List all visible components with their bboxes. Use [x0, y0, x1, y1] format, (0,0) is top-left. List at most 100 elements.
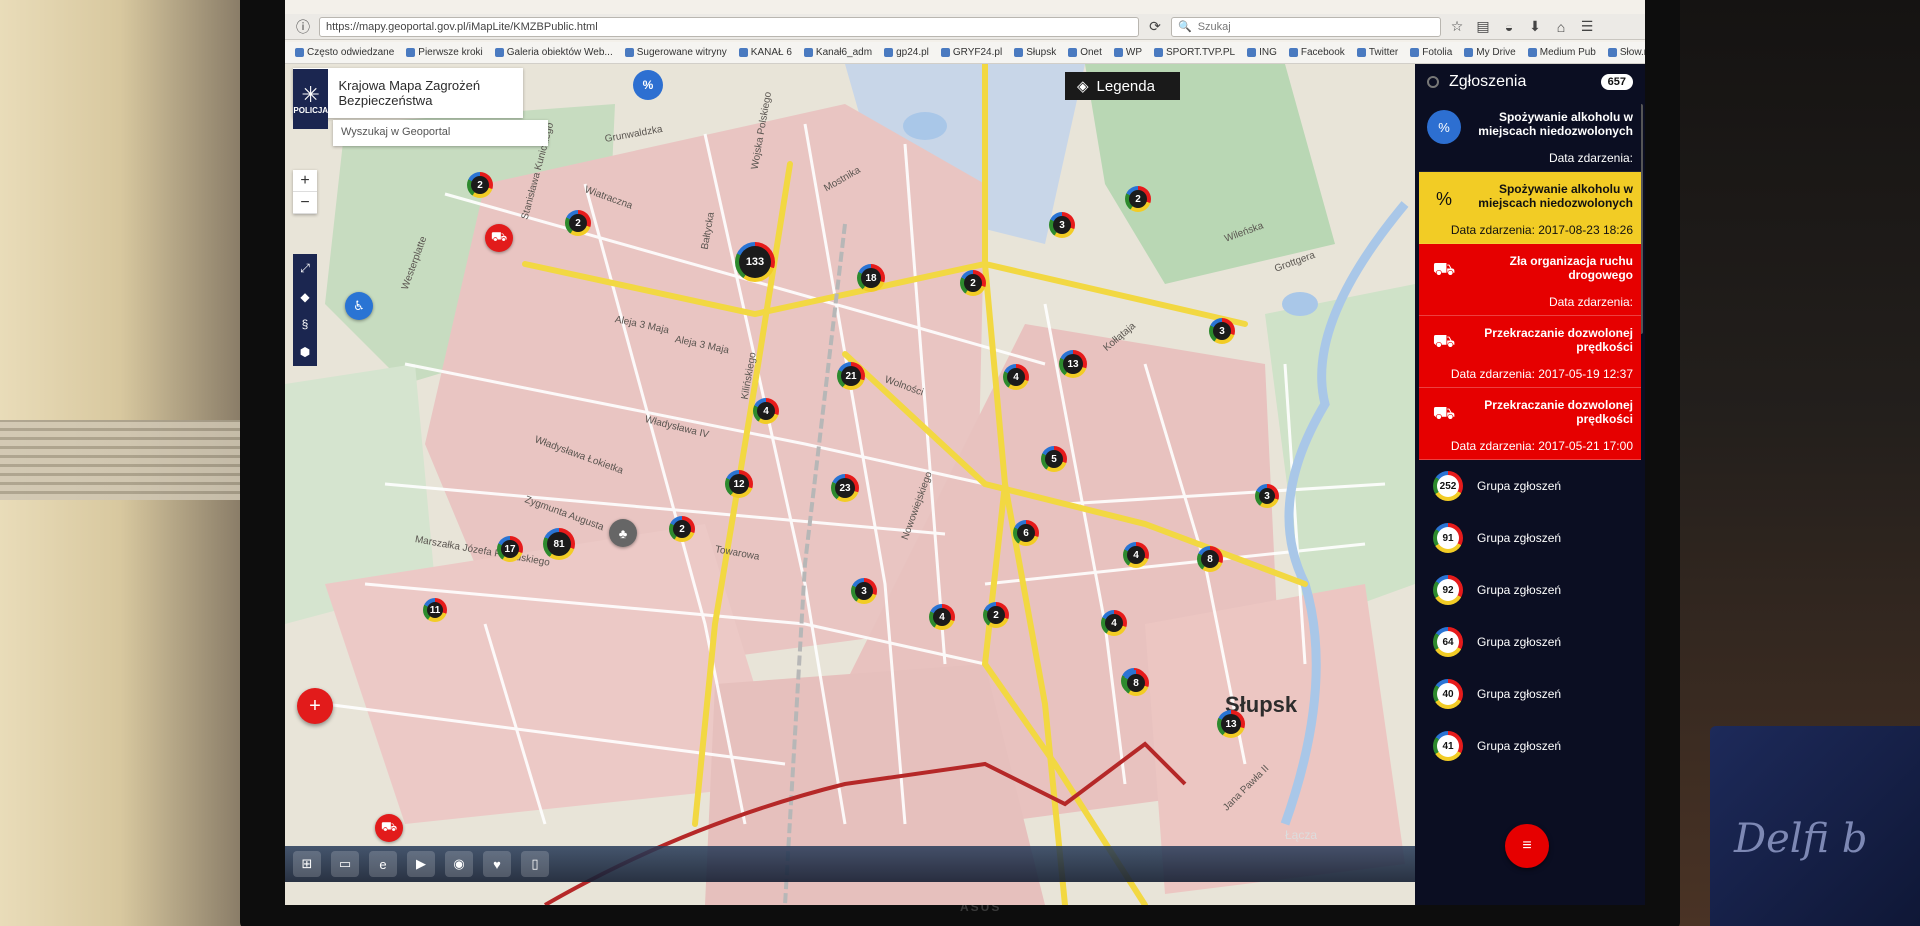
group-list: 252 Grupa zgłoszeń 91 Grupa zgłoszeń 92 Grupa…	[1415, 460, 1645, 772]
report-card[interactable]: ⛟ Przekraczanie dozwolonej prędkości Data …	[1419, 388, 1641, 460]
cluster-count: 18	[861, 268, 881, 288]
bookmark-item[interactable]: SPORT.TVP.PL	[1154, 47, 1235, 58]
incident-cluster[interactable]: 6	[1013, 520, 1039, 546]
info-icon[interactable]: ⓘ	[293, 17, 313, 37]
bookmark-item[interactable]: Często odwiedzane	[295, 47, 394, 58]
bookmark-item[interactable]: My Drive	[1464, 47, 1516, 58]
incident-cluster[interactable]: 4	[1101, 610, 1127, 636]
map-canvas[interactable]: Grunwaldzka Wiatraczna Stanisława Kunick…	[285, 64, 1415, 905]
bookmark-item[interactable]: Medium Pub	[1527, 47, 1596, 58]
incident-cluster[interactable]: 2	[565, 210, 591, 236]
bookmark-item[interactable]: Sugerowane witryny	[624, 47, 727, 58]
incident-cluster[interactable]: 3	[1209, 318, 1235, 344]
incident-cluster[interactable]: 4	[753, 398, 779, 424]
incident-cluster[interactable]: 18	[857, 264, 885, 292]
star-icon[interactable]: ☆	[1447, 17, 1467, 37]
bookmark-item[interactable]: KANAŁ 6	[738, 47, 792, 58]
bookmark-item[interactable]: Twitter	[1356, 47, 1398, 58]
incident-cluster[interactable]: 2	[983, 602, 1009, 628]
hamburger-menu-icon[interactable]: ☰	[1577, 17, 1597, 37]
start-button-icon[interactable]: ⊞	[293, 851, 321, 877]
locate-icon[interactable]: ◆	[300, 290, 309, 304]
bookmark-item[interactable]: Kanał6_adm	[803, 47, 872, 58]
group-row[interactable]: 41 Grupa zgłoszeń	[1415, 720, 1645, 772]
incident-cluster[interactable]: 2	[1125, 186, 1151, 212]
filter-button[interactable]: ≡	[1505, 824, 1549, 868]
reload-icon[interactable]: ⟳	[1145, 17, 1165, 37]
report-card[interactable]: % Spożywanie alkoholu w miejscach niedozw…	[1419, 100, 1641, 172]
incident-cluster[interactable]: 2	[960, 270, 986, 296]
firefox-icon[interactable]: ◉	[445, 851, 473, 877]
incident-cluster[interactable]: 23	[831, 474, 859, 502]
group-row[interactable]: 40 Grupa zgłoszeń	[1415, 668, 1645, 720]
incident-cluster[interactable]: 8	[1197, 546, 1223, 572]
incident-cluster[interactable]: 17	[497, 536, 523, 562]
incident-cluster[interactable]: 133	[735, 242, 775, 282]
bookmark-favicon-icon	[1410, 48, 1420, 57]
media-icon[interactable]: ▶	[407, 851, 435, 877]
zoom-in-button[interactable]: +	[293, 170, 317, 192]
alcohol-marker-icon[interactable]: %	[633, 70, 663, 100]
bookmark-item[interactable]: Facebook	[1288, 47, 1345, 58]
traffic-marker-icon[interactable]: ⛟	[375, 814, 403, 842]
incident-cluster[interactable]: 8	[1123, 670, 1149, 696]
home-icon[interactable]: ⌂	[1551, 17, 1571, 37]
incident-cluster[interactable]: 4	[1123, 542, 1149, 568]
report-card[interactable]: ⛟ Przekraczanie dozwolonej prędkości Data …	[1419, 316, 1641, 388]
bookmark-item[interactable]: Słupsk	[1014, 47, 1056, 58]
measure-icon[interactable]: §	[302, 317, 309, 331]
incident-cluster[interactable]: 5	[1041, 446, 1067, 472]
tree-marker-icon[interactable]: ♣	[609, 519, 637, 547]
group-row[interactable]: 252 Grupa zgłoszeń	[1415, 460, 1645, 512]
bookmark-item[interactable]: ING	[1247, 47, 1277, 58]
bookmark-item[interactable]: Fotolia	[1410, 47, 1452, 58]
group-row[interactable]: 92 Grupa zgłoszeń	[1415, 564, 1645, 616]
incident-cluster[interactable]: 3	[1049, 212, 1075, 238]
incident-cluster[interactable]: 12	[725, 470, 753, 498]
document-icon[interactable]: ▯	[521, 851, 549, 877]
add-report-button[interactable]: +	[297, 688, 333, 724]
bookmark-item[interactable]: Słow.muz.	[1607, 47, 1645, 58]
report-card[interactable]: ⛟ Zła organizacja ruchu drogowego Data zda…	[1419, 244, 1641, 316]
download-icon[interactable]: ⬇	[1525, 17, 1545, 37]
legend-button[interactable]: ◈ Legenda	[1065, 72, 1180, 100]
incident-cluster[interactable]: 13	[1217, 710, 1245, 738]
ie-icon[interactable]: e	[369, 851, 397, 877]
car-warning-icon: ⛟	[1432, 259, 1456, 279]
incident-cluster[interactable]: 2	[467, 172, 493, 198]
traffic-marker-icon[interactable]: ⛟	[485, 224, 513, 252]
incident-cluster[interactable]: 21	[837, 362, 865, 390]
bookmark-item[interactable]: Galeria obiektów Web...	[494, 47, 613, 58]
bookmark-icon[interactable]: ▤	[1473, 17, 1493, 37]
incident-cluster[interactable]: 13	[1059, 350, 1087, 378]
url-field[interactable]: https://mapy.geoportal.gov.pl/iMapLite/K…	[319, 16, 1139, 37]
group-row[interactable]: 64 Grupa zgłoszeń	[1415, 616, 1645, 668]
incident-cluster[interactable]: 11	[423, 598, 447, 622]
incident-cluster[interactable]: 3	[1255, 484, 1279, 508]
bookmark-item[interactable]: Pierwsze kroki	[406, 47, 483, 58]
cluster-count: 4	[757, 402, 775, 420]
bookmark-item[interactable]: WP	[1113, 47, 1142, 58]
report-card[interactable]: % Spożywanie alkoholu w miejscach niedozw…	[1419, 172, 1641, 244]
tag-icon[interactable]: ⬢	[300, 345, 310, 359]
group-row[interactable]: 91 Grupa zgłoszeń	[1415, 512, 1645, 564]
zoom-out-button[interactable]: −	[293, 192, 317, 214]
incident-cluster[interactable]: 4	[1003, 364, 1029, 390]
pocket-icon[interactable]: ◒	[1499, 17, 1519, 37]
browser-search-field[interactable]: 🔍 Szukaj	[1171, 16, 1441, 37]
bookmark-item[interactable]: gp24.pl	[884, 47, 929, 58]
geoportal-search-input[interactable]: Wyszukaj w Geoportal	[333, 120, 548, 146]
explorer-icon[interactable]: ▭	[331, 851, 359, 877]
fullscreen-icon[interactable]: ⤢	[300, 261, 310, 276]
app-icon[interactable]: ♥	[483, 851, 511, 877]
incident-cluster[interactable]: 2	[669, 516, 695, 542]
bookmark-item[interactable]: Onet	[1068, 47, 1102, 58]
incident-cluster[interactable]: 3	[851, 578, 877, 604]
bookmark-favicon-icon	[1527, 48, 1537, 57]
sidebar-header: Zgłoszenia 657	[1415, 64, 1645, 100]
incident-cluster[interactable]: 81	[543, 528, 575, 560]
incident-cluster[interactable]: 4	[929, 604, 955, 630]
radio-icon[interactable]	[1427, 76, 1439, 88]
bookmark-item[interactable]: GRYF24.pl	[940, 47, 1002, 58]
incident-marker-icon[interactable]: ♿	[345, 292, 373, 320]
